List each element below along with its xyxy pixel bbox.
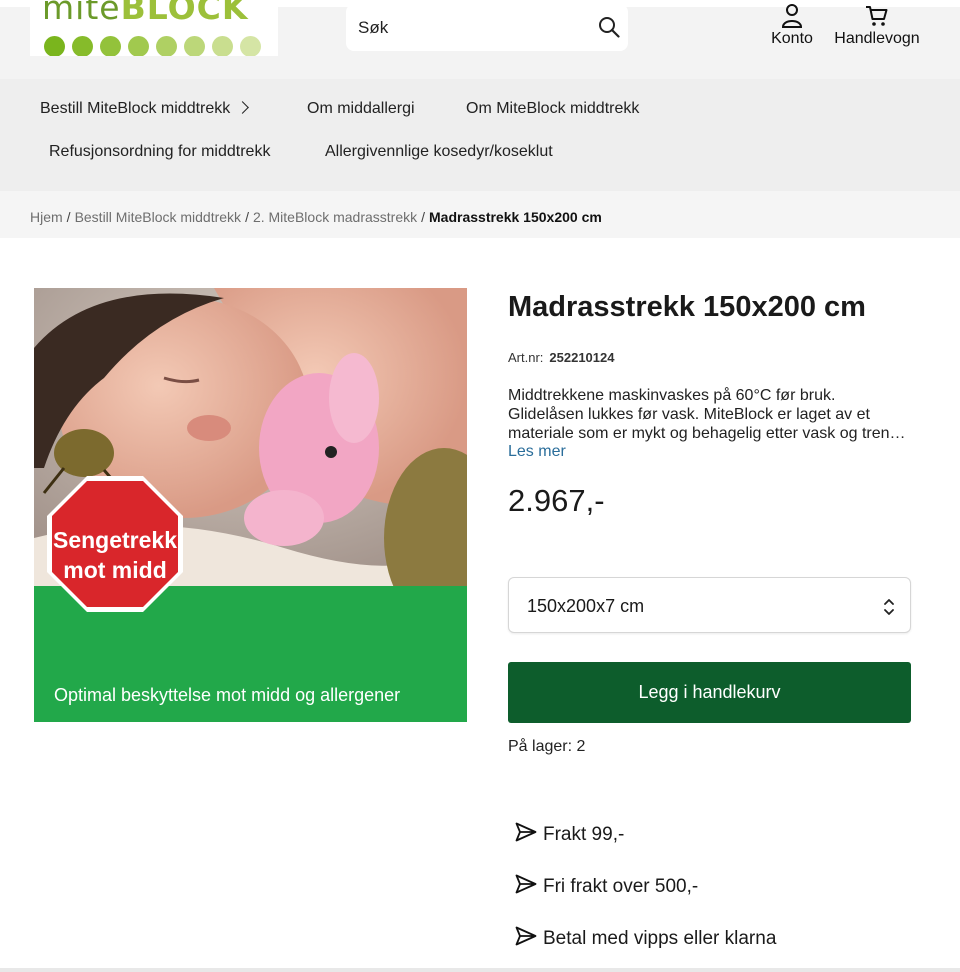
logo-dot [128, 36, 149, 56]
badge-line-1: Sengetrekk [53, 527, 177, 553]
site-logo[interactable]: miteBLOCK [30, 0, 278, 56]
nav-item-bestill[interactable]: Bestill MiteBlock middtrekk [40, 100, 250, 118]
breadcrumb-separator: / [245, 209, 249, 225]
nav-item-refusjon[interactable]: Refusjonsordning for middtrekk [49, 143, 270, 161]
breadcrumb-link-home[interactable]: Hjem [30, 209, 63, 225]
nav-item-om-middallergi[interactable]: Om middallergi [307, 100, 415, 118]
nav-item-om-miteblock[interactable]: Om MiteBlock middtrekk [466, 100, 639, 118]
updown-chevron-icon [884, 599, 894, 615]
logo-dot [44, 36, 65, 56]
description-line: Middtrekkene maskinvaskes på 60°C før br… [508, 387, 836, 404]
logo-wordmark: miteBLOCK [42, 0, 248, 25]
main-nav: Bestill MiteBlock middtrekk Om middaller… [0, 79, 960, 191]
page-bottom-divider [0, 968, 960, 972]
cart-link[interactable]: Handlevogn [830, 2, 924, 48]
nav-item-kosedyr[interactable]: Allergivennlige kosedyr/koseklut [325, 143, 553, 161]
usp-text: Fri frakt over 500,- [543, 876, 699, 897]
logo-dot [72, 36, 93, 56]
product-image[interactable]: Sengetrekk mot midd Optimal beskyttelse … [34, 288, 467, 722]
article-number: Art.nr: 252210124 [508, 350, 614, 365]
product-title: Madrasstrekk 150x200 cm [508, 291, 866, 323]
logo-dot [184, 36, 205, 56]
nav-item-label: Bestill MiteBlock middtrekk [40, 100, 231, 117]
breadcrumb-link-bestill[interactable]: Bestill MiteBlock middtrekk [75, 209, 242, 225]
cart-icon [866, 6, 888, 26]
search-input[interactable] [358, 4, 588, 51]
breadcrumb: Hjem / Bestill MiteBlock middtrekk/2. Mite… [0, 191, 960, 238]
description-line: materiale som er mykt og behagelig etter… [508, 425, 906, 442]
send-icon [515, 926, 537, 946]
logo-dot [212, 36, 233, 56]
article-number-label: Art.nr: [508, 350, 544, 365]
variant-select[interactable]: 150x200x7 cm [508, 577, 911, 633]
cart-label: Handlevogn [834, 30, 920, 47]
description-line: Glidelåsen lukkes før vask. MiteBlock er… [508, 406, 870, 423]
account-label: Konto [771, 30, 813, 47]
usp-text: Frakt 99,- [543, 824, 625, 845]
breadcrumb-link-madrasstrekk[interactable]: 2. MiteBlock madrasstrekk [253, 209, 417, 225]
send-icon [515, 822, 537, 842]
send-icon [515, 874, 537, 894]
product-price: 2.967,- [508, 483, 605, 518]
account-link[interactable]: Konto [766, 2, 818, 48]
read-more-link[interactable]: Les mer [508, 443, 566, 461]
stock-status: På lager: 2 [508, 738, 586, 755]
logo-text-mite: mite [42, 0, 121, 27]
usp-text: Betal med vipps eller klarna [543, 928, 777, 949]
product-photo: Sengetrekk mot midd Optimal beskyttelse … [34, 288, 467, 722]
breadcrumb-current: Madrasstrekk 150x200 cm [429, 209, 602, 225]
logo-text-block: BLOCK [120, 0, 249, 27]
logo-dot [156, 36, 177, 56]
search-box [346, 4, 628, 51]
image-caption: Optimal beskyttelse mot midd og allergen… [54, 685, 400, 705]
badge-line-2: mot midd [63, 557, 167, 583]
site-header: miteBLOCK Konto Handlevogn [0, 0, 960, 79]
user-icon [781, 4, 803, 28]
search-icon[interactable] [598, 16, 620, 38]
article-number-value: 252210124 [549, 350, 615, 365]
chevron-right-icon [236, 101, 250, 114]
variant-selected-value: 150x200x7 cm [527, 596, 645, 616]
product-description: Middtrekkene maskinvaskes på 60°C før br… [508, 386, 908, 443]
logo-dots [44, 36, 261, 56]
breadcrumb-separator: / [66, 209, 71, 225]
breadcrumb-separator: / [421, 209, 426, 225]
logo-dot [240, 36, 261, 56]
logo-dot [100, 36, 121, 56]
add-to-cart-button[interactable]: Legg i handlekurv [508, 662, 911, 723]
